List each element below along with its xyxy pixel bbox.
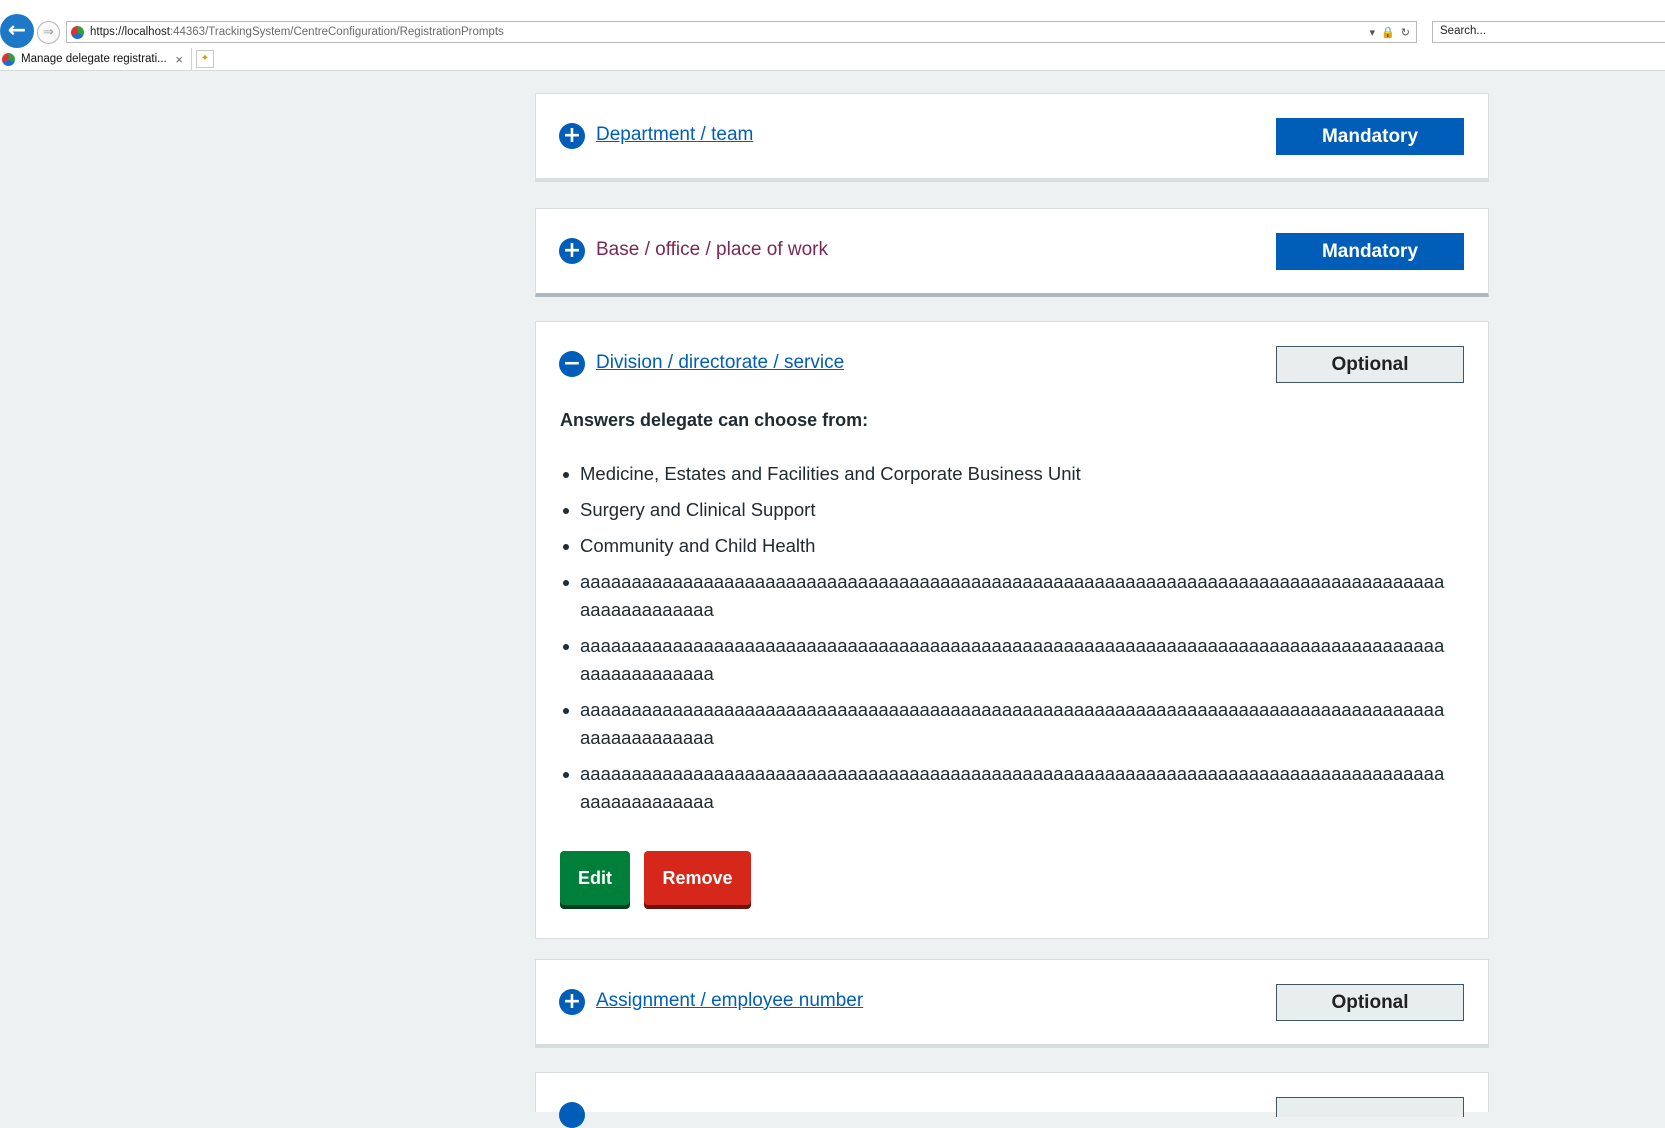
- prompt-title-link[interactable]: Department / team: [596, 124, 753, 146]
- prompt-card-assignment: + Assignment / employee number Optional: [535, 959, 1489, 1048]
- address-bar[interactable]: https://localhost:44363/TrackingSystem/C…: [66, 21, 1417, 43]
- back-arrow-icon[interactable]: ←: [0, 14, 34, 48]
- collapse-minus-icon[interactable]: −: [559, 351, 585, 377]
- optional-tag: Optional: [1276, 984, 1464, 1021]
- optional-tag: Optional: [1276, 346, 1464, 383]
- forward-arrow-icon[interactable]: ⇒: [37, 21, 60, 44]
- tab-title: Manage delegate registrati...: [21, 53, 167, 65]
- site-favicon-icon: [71, 25, 84, 39]
- answer-item: aaaaaaaaaaaaaaaaaaaaaaaaaaaaaaaaaaaaaaaa…: [560, 632, 1450, 688]
- prompt-title-link[interactable]: Assignment / employee number: [596, 990, 863, 1012]
- browser-tab[interactable]: Manage delegate registrati... ×: [0, 48, 192, 70]
- tag-partial: [1276, 1097, 1464, 1117]
- lock-icon[interactable]: 🔒: [1381, 26, 1395, 39]
- expand-plus-icon[interactable]: +: [559, 989, 585, 1015]
- answer-item: aaaaaaaaaaaaaaaaaaaaaaaaaaaaaaaaaaaaaaaa…: [560, 568, 1450, 624]
- answer-item: aaaaaaaaaaaaaaaaaaaaaaaaaaaaaaaaaaaaaaaa…: [560, 696, 1450, 752]
- prompt-card-next: [535, 1072, 1489, 1128]
- answer-item: Medicine, Estates and Facilities and Cor…: [560, 460, 1450, 488]
- expand-plus-icon[interactable]: +: [559, 123, 585, 149]
- answer-item: Community and Child Health: [560, 532, 1450, 560]
- mandatory-tag: Mandatory: [1276, 118, 1464, 155]
- prompt-title-link[interactable]: Division / directorate / service: [596, 352, 844, 374]
- edit-button[interactable]: Edit: [560, 851, 630, 905]
- new-tab-icon[interactable]: ✦: [196, 50, 214, 68]
- prompt-card-header[interactable]: + Assignment / employee number Optional: [536, 960, 1488, 1044]
- mandatory-tag: Mandatory: [1276, 233, 1464, 270]
- expand-plus-icon[interactable]: [559, 1102, 585, 1128]
- prompt-card-header[interactable]: − Division / directorate / service Optio…: [536, 322, 1488, 406]
- prompt-card-department: + Department / team Mandatory: [535, 93, 1489, 182]
- prompt-card-base-office: + Base / office / place of work Mandator…: [535, 208, 1489, 297]
- answer-item: Surgery and Clinical Support: [560, 496, 1450, 524]
- close-tab-icon[interactable]: ×: [171, 52, 191, 67]
- remove-button[interactable]: Remove: [644, 851, 751, 905]
- refresh-icon[interactable]: ↻: [1401, 26, 1410, 39]
- prompt-card-header[interactable]: + Base / office / place of work Mandator…: [536, 209, 1488, 293]
- prompt-card-division: − Division / directorate / service Optio…: [535, 321, 1489, 939]
- answers-heading: Answers delegate can choose from:: [560, 410, 869, 430]
- prompt-card-header[interactable]: + Department / team Mandatory: [536, 94, 1488, 178]
- tab-favicon-icon: [2, 52, 15, 66]
- prompt-title-link[interactable]: Base / office / place of work: [596, 239, 828, 261]
- answer-item: aaaaaaaaaaaaaaaaaaaaaaaaaaaaaaaaaaaaaaaa…: [560, 760, 1450, 816]
- search-input[interactable]: Search...: [1432, 21, 1665, 43]
- url-path: :44363/TrackingSystem/CentreConfiguratio…: [169, 26, 504, 38]
- dropdown-arrow-icon[interactable]: ▾: [1370, 26, 1376, 39]
- expand-plus-icon[interactable]: +: [559, 238, 585, 264]
- answers-list: Medicine, Estates and Facilities and Cor…: [560, 460, 1450, 824]
- browser-chrome: ← ⇒ https://localhost:44363/TrackingSyst…: [0, 0, 1665, 71]
- url-host: https://localhost: [90, 26, 170, 38]
